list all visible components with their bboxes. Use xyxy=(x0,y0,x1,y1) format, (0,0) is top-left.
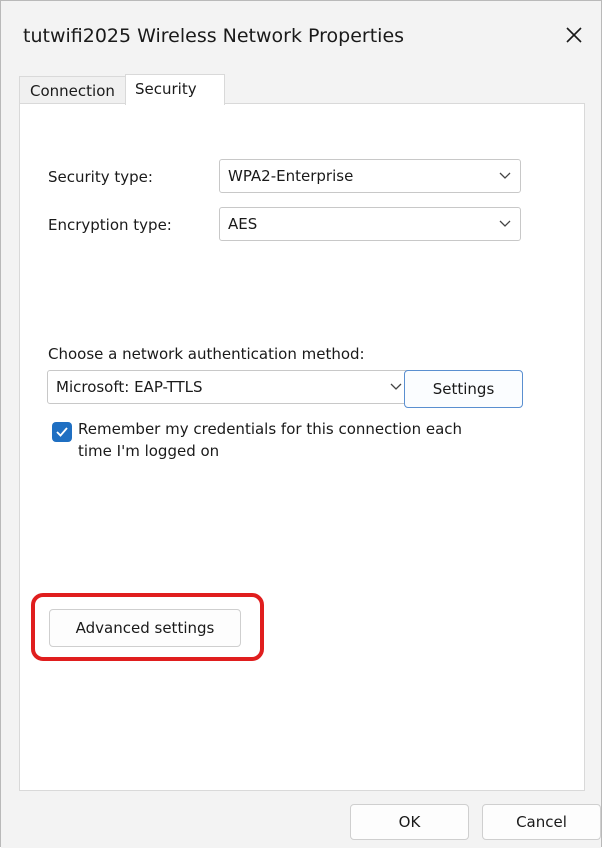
chevron-down-icon xyxy=(390,371,402,403)
remember-credentials-label-line1: Remember my credentials for this connect… xyxy=(78,420,463,438)
window-title: tutwifi2025 Wireless Network Properties xyxy=(23,25,405,47)
chevron-down-icon xyxy=(499,160,511,192)
remember-credentials-label-line2: time I'm logged on xyxy=(78,442,220,460)
auth-method-value: Microsoft: EAP-TTLS xyxy=(56,378,203,396)
close-icon xyxy=(566,27,582,43)
tab-connection[interactable]: Connection xyxy=(19,76,126,104)
auth-method-select[interactable]: Microsoft: EAP-TTLS xyxy=(47,370,412,404)
dialog-footer: OK Cancel xyxy=(1,791,601,848)
tab-security[interactable]: Security xyxy=(125,74,225,105)
remember-credentials-checkbox[interactable] xyxy=(52,422,72,442)
settings-button[interactable]: Settings xyxy=(404,370,523,408)
highlight-annotation xyxy=(31,593,264,661)
title-bar: tutwifi2025 Wireless Network Properties xyxy=(1,1,601,71)
encryption-type-label: Encryption type: xyxy=(48,216,172,234)
chevron-down-icon xyxy=(499,208,511,240)
security-type-select[interactable]: WPA2-Enterprise xyxy=(219,159,521,193)
encryption-type-value: AES xyxy=(228,215,258,233)
auth-method-label: Choose a network authentication method: xyxy=(48,345,365,363)
cancel-button[interactable]: Cancel xyxy=(482,804,601,840)
checkmark-icon xyxy=(56,427,68,437)
ok-button[interactable]: OK xyxy=(350,804,469,840)
encryption-type-select[interactable]: AES xyxy=(219,207,521,241)
security-type-label: Security type: xyxy=(48,168,153,186)
security-panel: Security type: WPA2-Enterprise Encryptio… xyxy=(19,103,585,791)
close-button[interactable] xyxy=(551,15,597,55)
dialog-window: tutwifi2025 Wireless Network Properties … xyxy=(0,0,602,848)
security-type-value: WPA2-Enterprise xyxy=(228,167,354,185)
